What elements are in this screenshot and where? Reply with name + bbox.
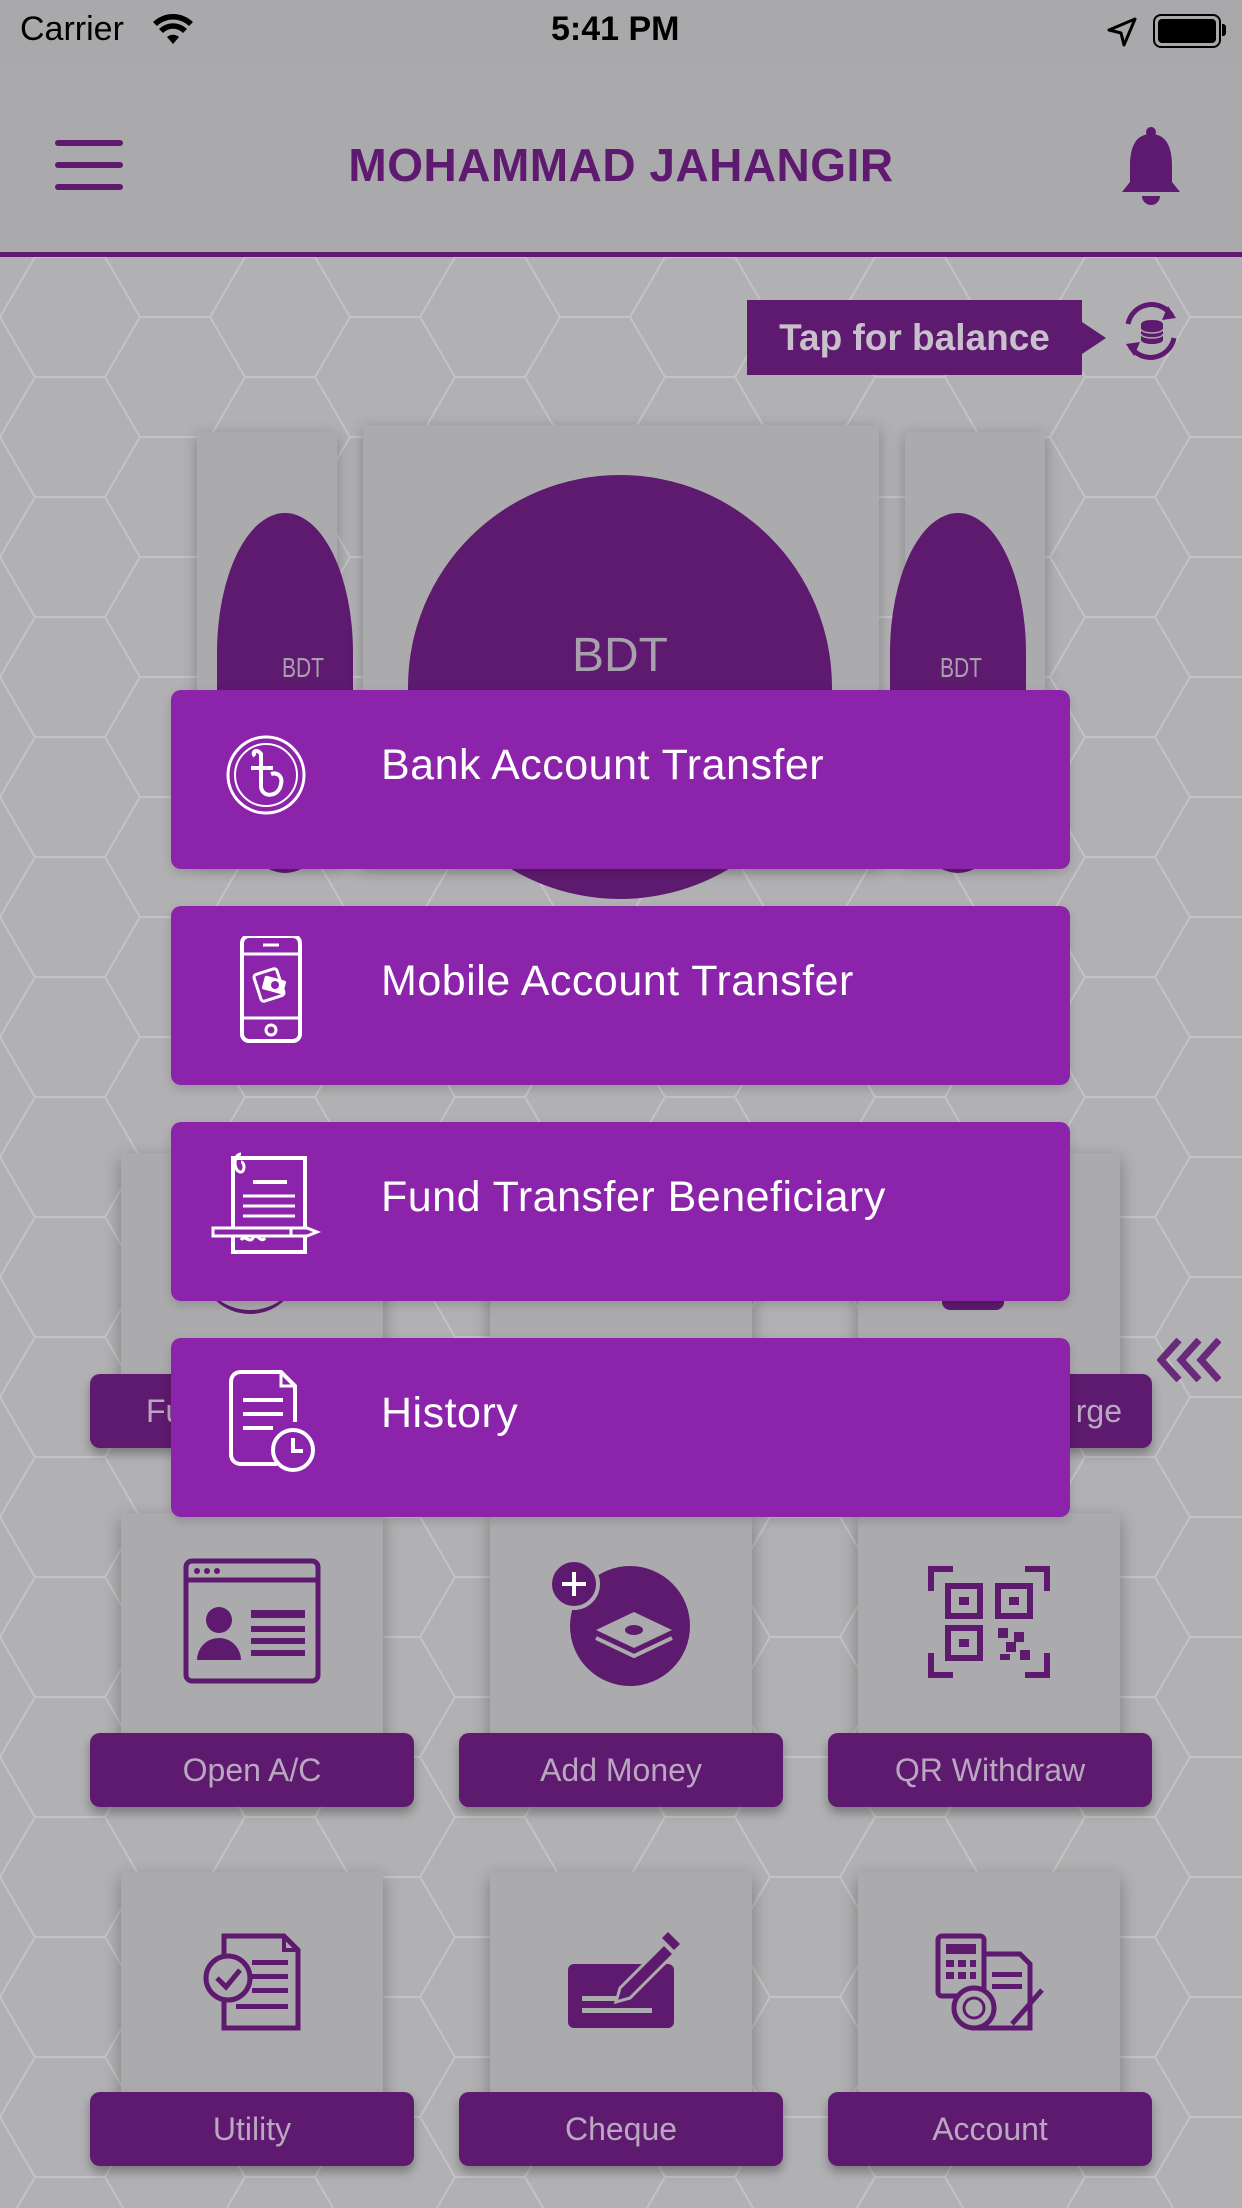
wifi-icon: [153, 14, 193, 44]
clock-time: 5:41 PM: [551, 10, 680, 48]
tap-balance-pointer: [1082, 322, 1106, 354]
tap-for-balance-button[interactable]: Tap for balance: [747, 300, 1082, 375]
tile-label-cheque[interactable]: Cheque: [459, 2092, 783, 2166]
tile-label-utility[interactable]: Utility: [90, 2092, 414, 2166]
qr-code-icon: [928, 1566, 1050, 1678]
taka-coin-icon: [226, 735, 306, 815]
balance-currency-right: BDT: [940, 652, 982, 683]
tile-label-recharge-text: rge: [1075, 1393, 1122, 1429]
location-arrow-icon: [1107, 17, 1137, 47]
refresh-balance-icon[interactable]: [1118, 298, 1184, 364]
tile-label-account[interactable]: Account: [828, 2092, 1152, 2166]
menu-item-bank-account-transfer[interactable]: Bank Account Transfer: [171, 690, 1070, 869]
tile-label-fund-transfer-text: Fu: [146, 1393, 184, 1429]
menu-label-bank-account-transfer: Bank Account Transfer: [381, 741, 825, 789]
history-document-icon: [229, 1370, 315, 1472]
status-bar: Carrier 5:41 PM: [0, 0, 1242, 62]
battery-icon: [1153, 14, 1226, 48]
cheque-icon: [568, 1932, 680, 2028]
menu-label-fund-transfer-beneficiary: Fund Transfer Beneficiary: [381, 1173, 886, 1221]
mobile-transfer-icon: [240, 936, 302, 1043]
tile-label-qr-withdraw[interactable]: QR Withdraw: [828, 1733, 1152, 1807]
balance-currency-main: BDT: [572, 629, 668, 682]
menu-label-history: History: [381, 1389, 519, 1437]
utility-bill-icon: [203, 1933, 301, 2031]
tile-label-open-ac[interactable]: Open A/C: [90, 1733, 414, 1807]
account-statement-icon: [935, 1933, 1044, 2031]
menu-label-mobile-account-transfer: Mobile Account Transfer: [381, 957, 854, 1005]
add-money-icon: [548, 1560, 690, 1686]
carrier-label: Carrier: [20, 10, 124, 48]
menu-item-mobile-account-transfer[interactable]: Mobile Account Transfer: [171, 906, 1070, 1085]
notification-bell-icon[interactable]: [1120, 126, 1182, 206]
page-title: MOHAMMAD JAHANGIR: [348, 139, 894, 191]
tile-label-add-money[interactable]: Add Money: [459, 1733, 783, 1807]
chevron-double-left-icon[interactable]: [1157, 1338, 1221, 1382]
menu-item-history[interactable]: History: [171, 1338, 1070, 1517]
cheque-document-icon: [211, 1152, 321, 1254]
id-card-icon: [183, 1558, 321, 1684]
menu-item-fund-transfer-beneficiary[interactable]: Fund Transfer Beneficiary: [171, 1122, 1070, 1301]
balance-currency-left: BDT: [282, 652, 324, 683]
